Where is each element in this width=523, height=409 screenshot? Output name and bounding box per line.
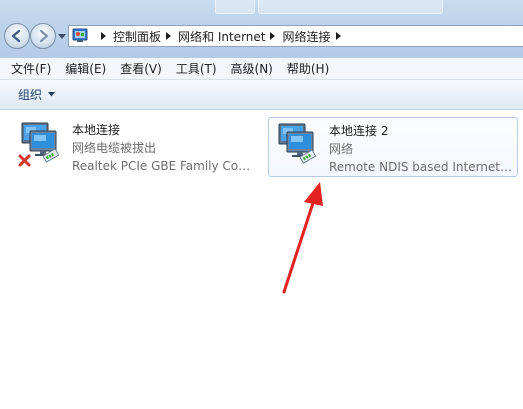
connection-tile-local-area-2[interactable]: 本地连接 2 网络 Remote NDIS based Internet Sha… [268,117,518,177]
breadcrumb-arrow-icon[interactable] [270,32,276,40]
address-bar[interactable]: 控制面板 网络和 Internet 网络连接 [68,25,523,47]
connection-status: 网络 [329,142,354,156]
background-window-tab [215,0,255,14]
control-panel-icon [72,28,90,44]
menu-file[interactable]: 文件(F) [4,59,58,79]
chevron-down-icon [58,34,66,39]
connection-device: Remote NDIS based Internet Sharing Devic… [329,160,513,174]
connection-status: 网络电缆被拔出 [72,141,157,155]
breadcrumb-arrow-icon[interactable] [166,32,172,40]
breadcrumb-item-network-internet[interactable]: 网络和 Internet [178,28,265,45]
forward-arrow-icon [39,29,49,43]
connection-name: 本地连接 2 [329,124,389,138]
organize-button[interactable]: 组织 [18,83,56,107]
breadcrumb-item-network-connections[interactable]: 网络连接 [282,28,330,45]
network-adapter-disconnected-icon [16,120,66,170]
connection-name: 本地连接 [72,123,121,137]
breadcrumb-item-control-panel[interactable]: 控制面板 [113,28,161,45]
organize-label: 组织 [18,88,43,102]
connections-view: 本地连接 网络电缆被拔出 Realtek PCIe GBE Family Con… [0,111,523,409]
back-button[interactable] [4,23,30,49]
breadcrumb: 控制面板 网络和 Internet 网络连接 [96,26,348,46]
recent-pages-dropdown[interactable] [58,33,66,41]
breadcrumb-arrow-icon[interactable] [101,32,106,40]
menu-bar: 文件(F) 编辑(E) 查看(V) 工具(T) 高级(N) 帮助(H) [0,58,523,80]
menu-tools[interactable]: 工具(T) [169,59,224,79]
network-adapter-icon [273,121,323,171]
connection-tile-local-area[interactable]: 本地连接 网络电缆被拔出 Realtek PCIe GBE Family Con… [12,117,262,177]
menu-view[interactable]: 查看(V) [113,59,169,79]
breadcrumb-arrow-icon[interactable] [335,32,341,40]
connection-device: Realtek PCIe GBE Family Controller [72,159,256,173]
menu-edit[interactable]: 编辑(E) [58,59,113,79]
background-window-tab [258,0,443,14]
back-arrow-icon [11,29,21,43]
navigation-bar: 控制面板 网络和 Internet 网络连接 [0,0,523,58]
menu-help[interactable]: 帮助(H) [280,59,336,79]
menu-advanced[interactable]: 高级(N) [224,59,280,79]
forward-button[interactable] [30,23,56,49]
command-bar: 组织 [0,80,523,110]
red-arrow-annotation [282,182,323,294]
chevron-down-icon [48,92,56,97]
